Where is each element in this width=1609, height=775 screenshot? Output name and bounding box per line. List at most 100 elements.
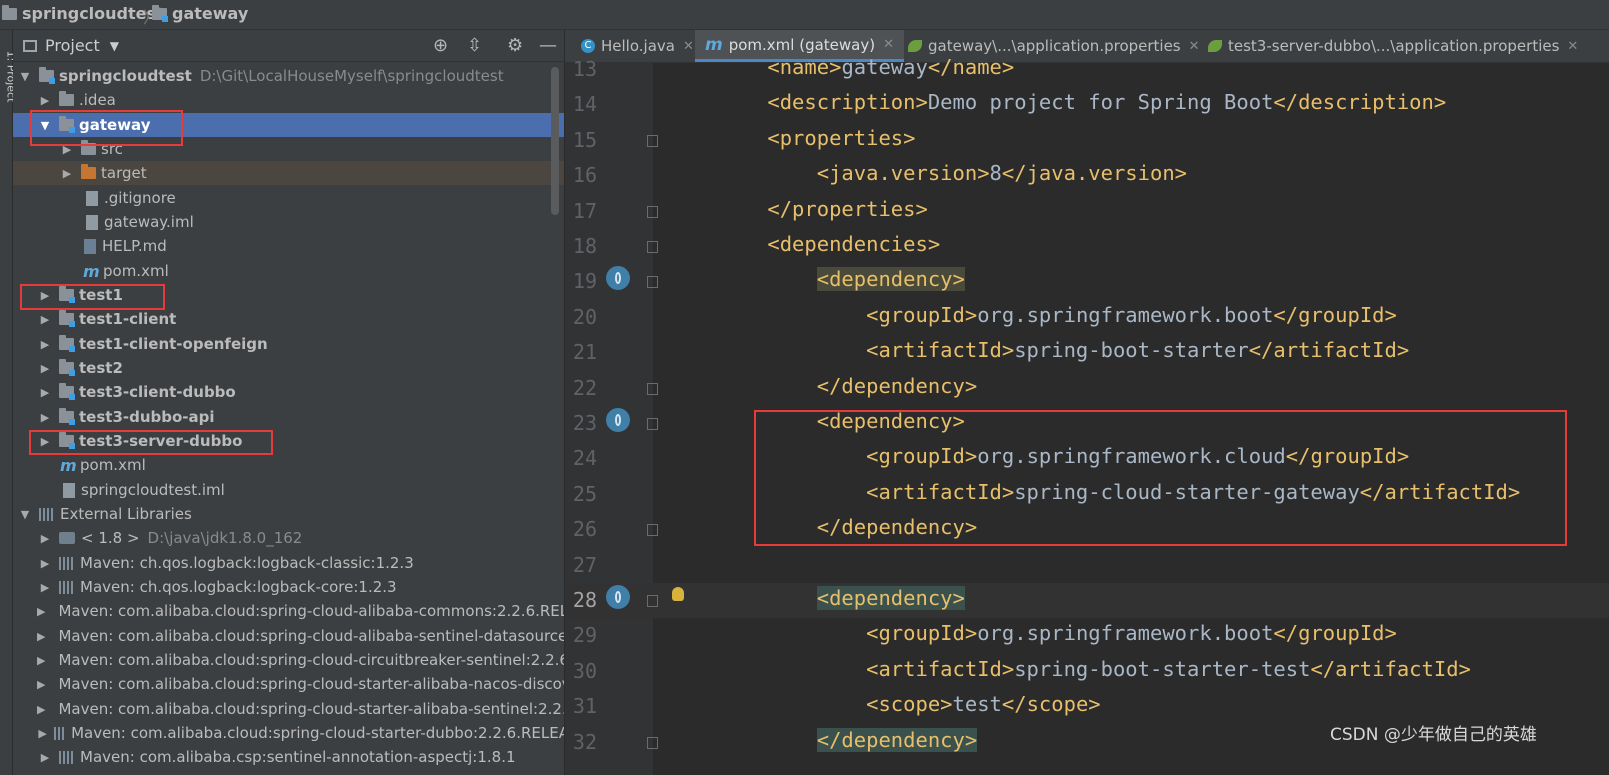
xml-open-tag: <properties>: [767, 125, 916, 150]
tree-item-library[interactable]: ▶ Maven: com.alibaba.cloud:spring-cloud-…: [13, 721, 564, 745]
expand-arrow-icon[interactable]: ▶: [37, 338, 53, 351]
locate-icon[interactable]: ⊕: [433, 35, 448, 56]
line-number: 19: [572, 269, 597, 294]
tree-item-library[interactable]: ▶ Maven: ch.qos.logback:logback-core:1.2…: [13, 575, 564, 599]
tree-item-root[interactable]: ▼ springcloudtest D:\Git\LocalHouseMysel…: [13, 64, 564, 88]
collapse-arrow-icon[interactable]: ▼: [17, 508, 33, 521]
code-line[interactable]: 22 </dependency>: [565, 371, 1609, 406]
code-line[interactable]: 30 <artifactId>spring-boot-starter-test<…: [565, 654, 1609, 689]
module-folder-icon: [59, 408, 75, 425]
code-line[interactable]: 19 <dependency>: [565, 264, 1609, 299]
code-line[interactable]: 14 <description>Demo project for Spring …: [565, 87, 1609, 122]
fold-marker-icon[interactable]: [647, 736, 658, 749]
collapse-arrow-icon[interactable]: ▼: [17, 70, 33, 83]
expand-arrow-icon[interactable]: ▶: [37, 411, 53, 424]
expand-arrow-icon[interactable]: ▶: [37, 581, 53, 594]
gear-icon[interactable]: ⚙: [507, 35, 523, 56]
xml-text: gateway: [841, 55, 928, 79]
tree-item-external-libraries[interactable]: ▼ External Libraries: [13, 502, 564, 526]
tree-item-jdk[interactable]: ▶ < 1.8 > D:\java\jdk1.8.0_162: [13, 526, 564, 550]
breadcrumb-project[interactable]: springcloudtest: [2, 4, 164, 23]
fold-marker-icon[interactable]: [647, 524, 658, 537]
xml-open-tag: <dependencies>: [767, 232, 941, 256]
code-line[interactable]: 17 </properties>: [565, 194, 1609, 229]
expand-arrow-icon[interactable]: ▶: [37, 313, 53, 326]
fold-marker-icon[interactable]: [647, 418, 658, 430]
tree-item-library[interactable]: ▶ Maven: ch.qos.logback:logback-classic:…: [13, 551, 564, 575]
java-class-icon: C: [581, 39, 595, 53]
xml-text: 8: [989, 161, 1002, 186]
fold-marker-icon[interactable]: [647, 382, 658, 395]
tree-item-idea[interactable]: ▶ .idea: [13, 88, 564, 112]
expand-arrow-icon[interactable]: ▶: [37, 532, 53, 545]
expand-arrow-icon[interactable]: ▶: [37, 386, 53, 399]
module-folder-icon: [39, 67, 55, 84]
expand-arrow-icon[interactable]: ▶: [37, 703, 45, 716]
code-line[interactable]: 18 <dependencies>: [565, 229, 1609, 264]
expand-arrow-icon[interactable]: ▶: [37, 557, 53, 570]
tree-item-library[interactable]: ▶ Maven: com.alibaba.cloud:spring-cloud-…: [13, 599, 564, 623]
navigate-to-parent-icon[interactable]: [606, 408, 630, 432]
code-text: </properties>: [718, 197, 927, 221]
collapse-all-icon[interactable]: ⇳: [467, 35, 482, 56]
folder-icon: [2, 4, 17, 20]
tree-item-test2[interactable]: ▶ test2: [13, 356, 564, 380]
code-line[interactable]: 20 <groupId>org.springframework.boot</gr…: [565, 300, 1609, 335]
fold-marker-icon[interactable]: [647, 205, 658, 218]
code-line[interactable]: 29 <groupId>org.springframework.boot</gr…: [565, 618, 1609, 653]
highlight-box-test3-server-dubbo: [29, 430, 273, 455]
tree-item-root-pom[interactable]: m pom.xml: [13, 453, 564, 477]
code-line[interactable]: 31 <scope>test</scope>: [565, 689, 1609, 724]
expand-arrow-icon[interactable]: ▶: [37, 630, 45, 643]
project-view-selector[interactable]: Project ▼: [23, 36, 119, 55]
vertical-scrollbar[interactable]: [551, 67, 559, 215]
tree-item-library[interactable]: ▶ Maven: com.alibaba.cloud:spring-cloud-…: [13, 672, 564, 696]
expand-arrow-icon[interactable]: ▶: [37, 362, 53, 375]
tree-item-test1-client[interactable]: ▶ test1-client: [13, 307, 564, 331]
code-line[interactable]: 16 <java.version>8</java.version>: [565, 158, 1609, 193]
tree-item-gateway-pom[interactable]: m pom.xml: [13, 259, 564, 283]
code-line[interactable]: 27: [565, 548, 1609, 583]
lightbulb-icon[interactable]: [672, 587, 684, 601]
tree-item-library[interactable]: ▶ Maven: com.alibaba.cloud:spring-cloud-…: [13, 648, 564, 672]
code-text: <dependency>: [718, 267, 965, 292]
expand-arrow-icon[interactable]: ▶: [37, 727, 48, 740]
xml-open-tag: <artifactId>: [866, 656, 1015, 681]
tree-item-gitignore[interactable]: .gitignore: [13, 186, 564, 210]
editor: C Hello.java ✕ m pom.xml (gateway) ✕ gat…: [565, 30, 1609, 775]
expand-arrow-icon[interactable]: ▶: [37, 94, 53, 107]
fold-marker-icon[interactable]: [647, 595, 658, 607]
expand-arrow-icon[interactable]: ▶: [37, 678, 45, 691]
tree-item-test1-client-openfeign[interactable]: ▶ test1-client-openfeign: [13, 332, 564, 356]
code-line[interactable]: 15 <properties>: [565, 123, 1609, 158]
tree-item-target[interactable]: ▶ target: [13, 161, 564, 185]
code-line[interactable]: 28 <dependency>: [565, 583, 1609, 618]
fold-marker-icon[interactable]: [647, 276, 658, 289]
breadcrumb-module[interactable]: gateway: [152, 4, 248, 23]
expand-arrow-icon[interactable]: ▶: [37, 751, 53, 764]
expand-arrow-icon[interactable]: ▶: [59, 167, 75, 180]
tree-item-test3-dubbo-api[interactable]: ▶ test3-dubbo-api: [13, 405, 564, 429]
chevron-down-icon: ▼: [109, 38, 119, 53]
navigate-to-parent-icon[interactable]: [606, 266, 630, 290]
tree-item-library[interactable]: ▶ Maven: com.alibaba.cloud:spring-cloud-…: [13, 624, 564, 648]
expand-arrow-icon[interactable]: ▶: [37, 654, 45, 667]
close-icon[interactable]: ✕: [883, 37, 894, 52]
minimize-icon[interactable]: —: [539, 35, 557, 56]
code-line[interactable]: 13 <name>gateway</name>: [565, 52, 1609, 87]
line-number: 30: [572, 658, 597, 683]
expand-arrow-icon[interactable]: ▶: [37, 605, 45, 618]
tree-item-library[interactable]: ▶ Maven: com.alibaba.csp:sentinel-annota…: [13, 745, 564, 769]
code-line[interactable]: 21 <artifactId>spring-boot-starter</arti…: [565, 335, 1609, 370]
line-number: 29: [572, 623, 597, 648]
tree-item-gateway-iml[interactable]: gateway.iml: [13, 210, 564, 234]
tree-item-library[interactable]: ▶ Maven: com.alibaba.cloud:spring-cloud-…: [13, 697, 564, 721]
fold-marker-icon[interactable]: [647, 134, 658, 147]
tree-item-springcloudtest-iml[interactable]: springcloudtest.iml: [13, 478, 564, 502]
tree-item-test3-client-dubbo[interactable]: ▶ test3-client-dubbo: [13, 380, 564, 404]
fold-marker-icon[interactable]: [647, 241, 658, 253]
navigate-to-parent-icon[interactable]: [606, 585, 630, 609]
tree-item-help-md[interactable]: HELP.md: [13, 234, 564, 258]
